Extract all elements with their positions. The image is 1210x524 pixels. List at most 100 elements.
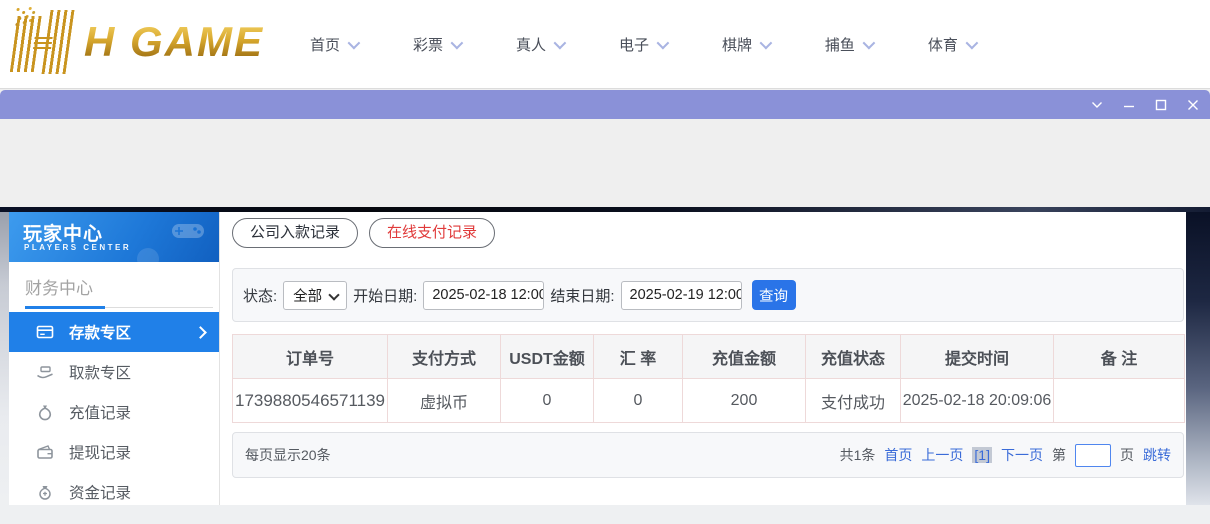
section-underline-rest xyxy=(105,307,213,308)
status-label: 状态: xyxy=(243,287,278,305)
nav-label: 棋牌 xyxy=(721,36,752,54)
money-bag-icon xyxy=(36,403,54,421)
top-navbar: H GAME 首页 彩票 真人 电子 棋牌 捕鱼 体育 xyxy=(0,0,1210,89)
cell-pay-method: 虚拟币 xyxy=(387,378,501,423)
nav-item-lottery[interactable]: 彩票 xyxy=(412,34,464,55)
cell-amount: 200 xyxy=(682,378,806,423)
cell-order-no: 1739880546571139 xyxy=(232,378,388,423)
section-underline xyxy=(25,306,105,309)
collapse-icon[interactable] xyxy=(1088,96,1106,114)
col-pay-method: 支付方式 xyxy=(387,334,501,379)
maximize-icon[interactable] xyxy=(1152,96,1170,114)
cell-status: 支付成功 xyxy=(805,378,901,423)
tab-company-deposit-records[interactable]: 公司入款记录 xyxy=(232,218,359,248)
chevron-down-icon xyxy=(759,36,773,49)
start-date-input[interactable] xyxy=(423,280,545,310)
page-size-text: 每页显示20条 xyxy=(245,447,331,463)
first-page-link[interactable]: 首页 xyxy=(884,445,912,465)
sidebar-subtitle: PLAYERS CENTER xyxy=(24,243,132,252)
cell-remark xyxy=(1053,378,1185,423)
col-remark: 备 注 xyxy=(1053,334,1185,379)
sidebar-item-withdrawal-records[interactable]: 提现记录 xyxy=(9,432,219,472)
table-header-row: 订单号 支付方式 USDT金额 汇 率 充值金额 充值状态 提交时间 备 注 xyxy=(232,334,1185,379)
coin-purse-icon xyxy=(36,483,54,501)
brand-logo[interactable]: H GAME xyxy=(9,8,264,76)
bank-card-icon xyxy=(36,323,54,341)
nav-item-home[interactable]: 首页 xyxy=(310,34,361,55)
table-row: 1739880546571139 虚拟币 0 0 200 支付成功 2025-0… xyxy=(232,378,1185,423)
chevron-down-icon xyxy=(328,288,340,301)
cell-rate: 0 xyxy=(593,378,683,423)
chevron-down-icon xyxy=(862,36,876,49)
search-button[interactable]: 查询 xyxy=(751,280,796,310)
decor-circle xyxy=(137,248,159,262)
hh-logo-icon xyxy=(5,8,81,76)
chevron-down-icon xyxy=(656,36,670,49)
player-center-sidebar: 玩家中心 PLAYERS CENTER 财务中心 存款专区 取款专区 充值记录 … xyxy=(9,212,220,505)
total-count-text: 共1条 xyxy=(839,447,876,463)
chevron-down-icon xyxy=(450,36,464,49)
nav-item-sports[interactable]: 体育 xyxy=(927,34,979,55)
tab-online-payment-records[interactable]: 在线支付记录 xyxy=(369,218,496,248)
nav-label: 体育 xyxy=(927,36,958,54)
nav-item-slots[interactable]: 电子 xyxy=(618,34,670,55)
next-page-link[interactable]: 下一页 xyxy=(1001,445,1043,465)
nav-item-live[interactable]: 真人 xyxy=(515,34,567,55)
sidebar-item-deposit-zone[interactable]: 存款专区 xyxy=(9,312,219,352)
sidebar-title: 玩家中心 xyxy=(23,224,104,245)
col-rate: 汇 率 xyxy=(593,334,683,379)
sidebar-item-label: 充值记录 xyxy=(69,405,132,422)
nav-label: 彩票 xyxy=(412,36,443,54)
chevron-down-icon xyxy=(965,36,979,49)
panel-left-frame xyxy=(0,212,9,505)
prev-page-link[interactable]: 上一页 xyxy=(921,445,963,465)
col-amount: 充值金额 xyxy=(682,334,806,379)
status-selected-value: 全部 xyxy=(293,288,323,305)
status-select[interactable]: 全部 xyxy=(283,280,348,310)
page-jump-input[interactable] xyxy=(1075,443,1111,467)
start-date-label: 开始日期: xyxy=(353,287,418,305)
cell-submit-time: 2025-02-18 20:09:06 xyxy=(900,378,1054,423)
sidebar-item-withdraw-zone[interactable]: 取款专区 xyxy=(9,352,219,392)
brand-name: H GAME xyxy=(84,18,264,65)
nav-label: 真人 xyxy=(515,36,546,54)
jump-button[interactable]: 跳转 xyxy=(1143,445,1171,465)
nav-item-cards[interactable]: 棋牌 xyxy=(721,34,773,55)
nav-label: 首页 xyxy=(310,36,341,54)
sidebar-header: 玩家中心 PLAYERS CENTER xyxy=(9,212,219,262)
end-date-input[interactable] xyxy=(620,280,742,310)
jump-label-before: 第 xyxy=(1052,447,1066,463)
gamepad-icon xyxy=(171,220,205,247)
sidebar-item-label: 提现记录 xyxy=(69,445,132,462)
filter-bar: 状态: 全部 开始日期: 结束日期: 查询 xyxy=(232,268,1184,322)
sidebar-item-label: 资金记录 xyxy=(69,485,132,502)
sidebar-section: 财务中心 xyxy=(9,262,219,312)
app-window: H GAME 首页 彩票 真人 电子 棋牌 捕鱼 体育 玩家中心 PLAYERS… xyxy=(0,0,1210,524)
col-submit-time: 提交时间 xyxy=(900,334,1054,379)
window-titlebar[interactable] xyxy=(0,90,1210,119)
hand-cash-icon xyxy=(36,363,54,381)
sidebar-item-recharge-records[interactable]: 充值记录 xyxy=(9,392,219,432)
current-page-indicator: [1] xyxy=(972,447,992,463)
pagination-bar: 每页显示20条 共1条 首页 上一页 [1] 下一页 第 页 跳转 xyxy=(232,432,1184,478)
record-tabs: 公司入款记录 在线支付记录 xyxy=(232,218,496,248)
sidebar-item-label: 取款专区 xyxy=(69,365,132,382)
close-icon[interactable] xyxy=(1184,96,1202,114)
section-title: 财务中心 xyxy=(25,279,93,298)
payment-records-table: 订单号 支付方式 USDT金额 汇 率 充值金额 充值状态 提交时间 备 注 1… xyxy=(232,334,1185,423)
col-order-no: 订单号 xyxy=(232,334,388,379)
bottom-background xyxy=(0,505,1210,524)
jump-label-after: 页 xyxy=(1120,447,1134,463)
col-usdt-amount: USDT金额 xyxy=(500,334,594,379)
minimize-icon[interactable] xyxy=(1120,96,1138,114)
main-nav: 首页 彩票 真人 电子 棋牌 捕鱼 体育 xyxy=(310,0,979,88)
chevron-down-icon xyxy=(553,36,567,49)
nav-item-fishing[interactable]: 捕鱼 xyxy=(824,34,876,55)
records-panel: 公司入款记录 在线支付记录 状态: 全部 开始日期: 结束日期: 查询 订单号 … xyxy=(220,212,1186,505)
sidebar-item-label: 存款专区 xyxy=(69,325,132,342)
window-controls xyxy=(1088,90,1202,119)
col-status: 充值状态 xyxy=(805,334,901,379)
nav-label: 捕鱼 xyxy=(824,36,855,54)
nav-label: 电子 xyxy=(618,36,649,54)
chevron-down-icon xyxy=(347,36,361,49)
